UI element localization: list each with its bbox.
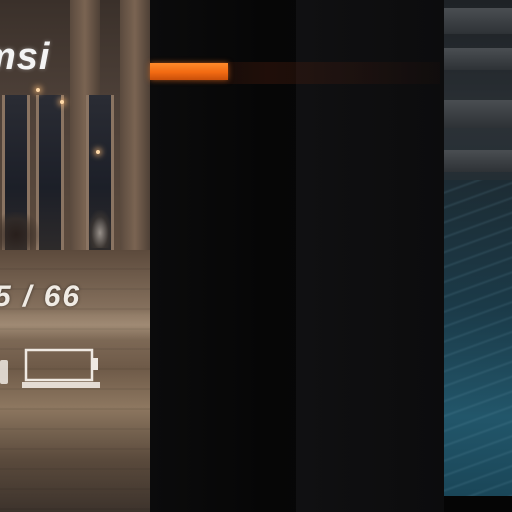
bike-rack xyxy=(88,210,112,248)
left-photo-panel[interactable]: msi 5 / 66 xyxy=(0,0,150,512)
progress-bar-fill xyxy=(150,63,228,80)
people-silhouette xyxy=(0,212,40,250)
screen: msi 5 / 66 xyxy=(0,0,512,512)
water-surface xyxy=(444,180,512,496)
ceiling-light xyxy=(96,150,100,154)
glass-window xyxy=(36,95,64,250)
building-stripe xyxy=(444,48,512,70)
panel-footer xyxy=(444,496,512,512)
building-stripe xyxy=(444,8,512,34)
building-stripe xyxy=(444,100,512,128)
battery-icon xyxy=(22,348,100,388)
ceiling-light xyxy=(60,100,64,104)
right-photo-panel[interactable] xyxy=(444,0,512,512)
brand-logo: msi xyxy=(0,36,51,78)
lock-icon xyxy=(0,360,8,384)
floor-reflection xyxy=(0,310,150,340)
center-panel[interactable] xyxy=(150,0,444,512)
ceiling-light xyxy=(36,88,40,92)
building-stripe xyxy=(444,150,512,172)
page-counter: 5 / 66 xyxy=(0,280,82,313)
pillar xyxy=(120,0,150,255)
